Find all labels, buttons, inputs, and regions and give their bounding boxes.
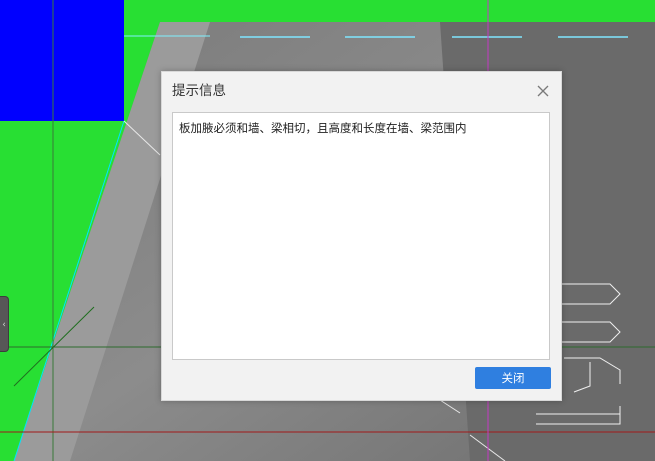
blue-block (0, 0, 124, 121)
dialog-message: 板加腋必须和墙、梁相切，且高度和长度在墙、梁范围内 (179, 121, 467, 135)
chevron-left-icon: ‹ (2, 320, 6, 330)
info-dialog: 提示信息 板加腋必须和墙、梁相切，且高度和长度在墙、梁范围内 关闭 (161, 71, 562, 401)
dialog-title: 提示信息 (172, 83, 226, 99)
close-icon (537, 85, 549, 97)
close-button[interactable]: 关闭 (475, 367, 551, 389)
side-panel-toggle[interactable]: ‹ (0, 296, 9, 352)
dialog-message-box[interactable]: 板加腋必须和墙、梁相切，且高度和长度在墙、梁范围内 (172, 112, 550, 360)
dialog-close-button[interactable] (535, 83, 551, 99)
cad-viewport[interactable]: ‹ 提示信息 板加腋必须和墙、梁相切，且高度和长度在墙、梁范围内 关闭 (0, 0, 655, 461)
